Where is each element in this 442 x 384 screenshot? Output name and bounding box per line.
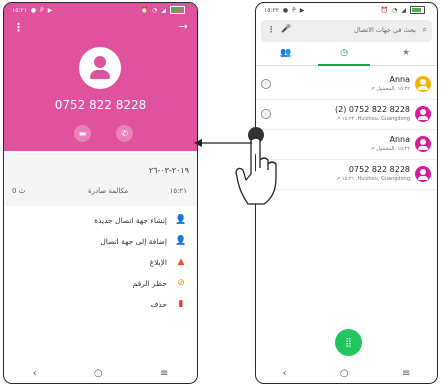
nav-recents-icon[interactable]: ≡	[402, 368, 410, 379]
avatar	[415, 76, 431, 92]
call-detail: ↗ ١٥:٢١ ,Huizhou, Guangdong	[336, 176, 410, 182]
avatar	[415, 106, 431, 122]
notification-icon: ●	[282, 6, 289, 14]
call-detail-screen: ١٥:٢١ ● P ▶ ⏰ ◔ ◢ ⋮ → 0752 822 8228 ▬ ✆ …	[3, 2, 198, 384]
action-create-contact[interactable]: إنشاء جهة اتصال جديدة 👤	[4, 212, 197, 231]
call-duration: 0 ث	[12, 187, 26, 195]
dialpad-button[interactable]: ⣿	[335, 329, 362, 356]
call-log-row[interactable]: Anna ↗ ١٥:٢٢ ,المحمول	[256, 129, 437, 160]
notification-icon: ●	[30, 6, 37, 14]
status-bar: ١٥:٢١ ● P ▶ ⏰ ◔ ◢	[4, 3, 197, 17]
info-icon[interactable]: i	[261, 79, 271, 89]
search-icon[interactable]: ⌕	[423, 25, 427, 35]
battery-icon	[170, 6, 185, 14]
notification-icon: P	[292, 6, 296, 14]
person-icon: 👤	[175, 236, 187, 246]
call-info: ٢٠١٩-٠٣-٢٦ 0 ث مكالمة صادرة ١٥:٢١	[4, 153, 197, 206]
call-detail: ↗ ١٥:٢٢ ,Huizhou, Guangdong	[336, 116, 410, 122]
call-time: ١٥:٢١	[169, 187, 187, 195]
nav-back-icon[interactable]: ‹	[33, 368, 37, 379]
active-tab-indicator	[318, 64, 370, 66]
call-log-row[interactable]: i Anna ↗ ١٥:٢٢ ,المحمول	[256, 69, 437, 100]
alarm-icon: ⏰	[140, 6, 149, 14]
action-label: إضافة إلى جهة اتصال	[100, 237, 167, 246]
info-icon[interactable]: i	[261, 109, 271, 119]
notification-icon: ▶	[47, 6, 53, 14]
contact-search-bar[interactable]: ⋮ 🎤 بحث في جهات الاتصال ⌕	[261, 20, 432, 42]
more-options-icon[interactable]: ⋮	[267, 25, 275, 34]
call-detail: ↗ ١٥:٢٢ ,المحمول	[370, 86, 410, 92]
tab-recents[interactable]: ◷	[314, 48, 374, 58]
trash-icon: ▮	[178, 299, 184, 309]
warning-icon: ▲	[177, 257, 185, 267]
touch-gesture-hand-icon	[235, 127, 277, 205]
navigation-bar: ‹ ○ ≡	[4, 363, 197, 383]
call-date: ٢٠١٩-٠٣-٢٦	[148, 166, 189, 175]
notification-icon: ▶	[299, 6, 305, 14]
action-label: حظر الرقم	[132, 279, 167, 288]
signal-icon: ◢	[401, 6, 406, 14]
caller-name: (2) 0752 822 8228	[335, 105, 410, 114]
notification-icon: P	[40, 6, 44, 14]
action-report[interactable]: الإبلاغ ▲	[4, 254, 197, 273]
action-label: حذف	[150, 300, 167, 309]
nav-home-icon[interactable]: ○	[340, 368, 349, 379]
nav-home-icon[interactable]: ○	[94, 368, 103, 379]
avatar	[415, 166, 431, 182]
nav-back-icon[interactable]: ‹	[283, 368, 287, 379]
back-arrow-icon[interactable]: →	[179, 20, 188, 33]
block-icon: ⊘	[177, 278, 185, 288]
status-time: ١٥:٢٢	[264, 6, 279, 14]
caller-name: Anna	[389, 135, 410, 144]
signal-icon: ◢	[161, 6, 166, 14]
navigation-bar: ‹ ○ ≡	[256, 363, 437, 383]
contact-avatar	[79, 47, 121, 89]
call-type: مكالمة صادرة	[88, 187, 129, 195]
nav-recents-icon[interactable]: ≡	[160, 368, 168, 379]
more-options-icon[interactable]: ⋮	[13, 21, 24, 34]
contact-header: ١٥:٢١ ● P ▶ ⏰ ◔ ◢ ⋮ → 0752 822 8228 ▬ ✆	[4, 3, 197, 151]
call-log-row[interactable]: 0752 822 8228 ↗ ١٥:٢١ ,Huizhou, Guangdon…	[256, 159, 437, 190]
caller-name: 0752 822 8228	[348, 165, 410, 174]
action-label: إنشاء جهة اتصال جديدة	[94, 216, 167, 225]
microphone-icon[interactable]: 🎤	[281, 24, 291, 33]
avatar	[415, 136, 431, 152]
dialpad-icon: ⣿	[345, 337, 352, 348]
message-icon[interactable]: ▬	[74, 125, 91, 142]
tab-contacts[interactable]: 👥	[256, 48, 316, 58]
wifi-icon: ◔	[152, 6, 158, 14]
action-label: الإبلاغ	[149, 258, 167, 267]
action-block-number[interactable]: حظر الرقم ⊘	[4, 275, 197, 294]
caller-name: Anna	[389, 75, 410, 84]
battery-icon	[410, 6, 425, 14]
tab-favorites[interactable]: ★	[376, 48, 436, 58]
call-detail: ↗ ١٥:٢٢ ,المحمول	[370, 146, 410, 152]
action-add-to-contact[interactable]: إضافة إلى جهة اتصال 👤	[4, 233, 197, 252]
action-delete[interactable]: حذف ▮	[4, 296, 197, 315]
alarm-icon: ⏰	[380, 6, 389, 14]
call-log-row[interactable]: i (2) 0752 822 8228 ↗ ١٥:٢٢ ,Huizhou, Gu…	[256, 99, 437, 130]
wifi-icon: ◔	[392, 6, 398, 14]
add-person-icon: 👤	[175, 215, 187, 225]
dialer-tabs: 👥 ◷ ★	[256, 45, 437, 66]
status-bar: ١٥:٢٢ ● P ▶ ⏰ ◔ ◢	[256, 3, 437, 17]
phone-number: 0752 822 8228	[54, 98, 147, 112]
status-time: ١٥:٢١	[12, 6, 27, 14]
recent-calls-screen: ١٥:٢٢ ● P ▶ ⏰ ◔ ◢ ⋮ 🎤 بحث في جهات الاتصا…	[255, 2, 438, 384]
search-placeholder: بحث في جهات الاتصال	[354, 26, 416, 34]
call-icon[interactable]: ✆	[116, 125, 133, 142]
